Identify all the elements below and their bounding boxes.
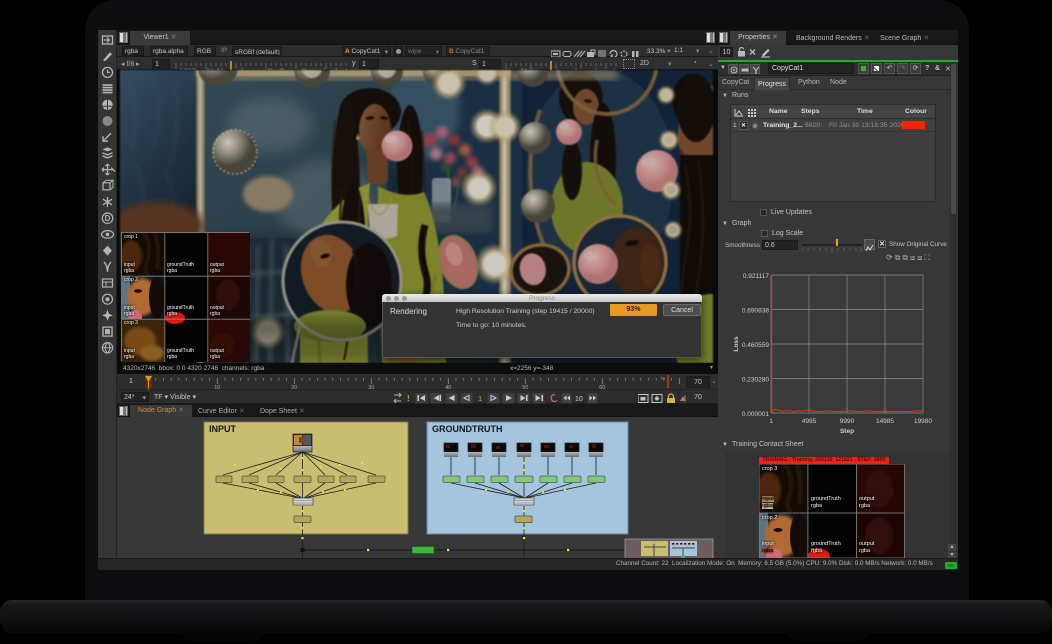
svg-text:9990: 9990 — [840, 418, 855, 425]
svg-text:D: D — [105, 214, 111, 223]
svg-text:4995: 4995 — [802, 418, 817, 425]
svg-text:Step: Step — [840, 428, 854, 435]
svg-text:GROUNDTRUTH: GROUNDTRUTH — [432, 424, 503, 434]
svg-text:0.921117: 0.921117 — [743, 273, 770, 280]
svg-text:Loss: Loss — [733, 336, 740, 352]
svg-text:0.690838: 0.690838 — [742, 308, 769, 315]
svg-text:0.460559: 0.460559 — [742, 342, 769, 349]
svg-text:!: ! — [407, 394, 410, 403]
svg-text:0.000001: 0.000001 — [742, 411, 769, 418]
svg-text:1: 1 — [478, 394, 482, 403]
svg-text:1: 1 — [769, 418, 773, 425]
svg-text:70: 70 — [660, 376, 666, 381]
svg-text:10: 10 — [575, 396, 583, 403]
svg-text:0.230280: 0.230280 — [742, 377, 769, 384]
svg-text:INPUT: INPUT — [209, 424, 237, 434]
svg-text:19980: 19980 — [914, 418, 932, 425]
svg-text:14985: 14985 — [876, 418, 894, 425]
